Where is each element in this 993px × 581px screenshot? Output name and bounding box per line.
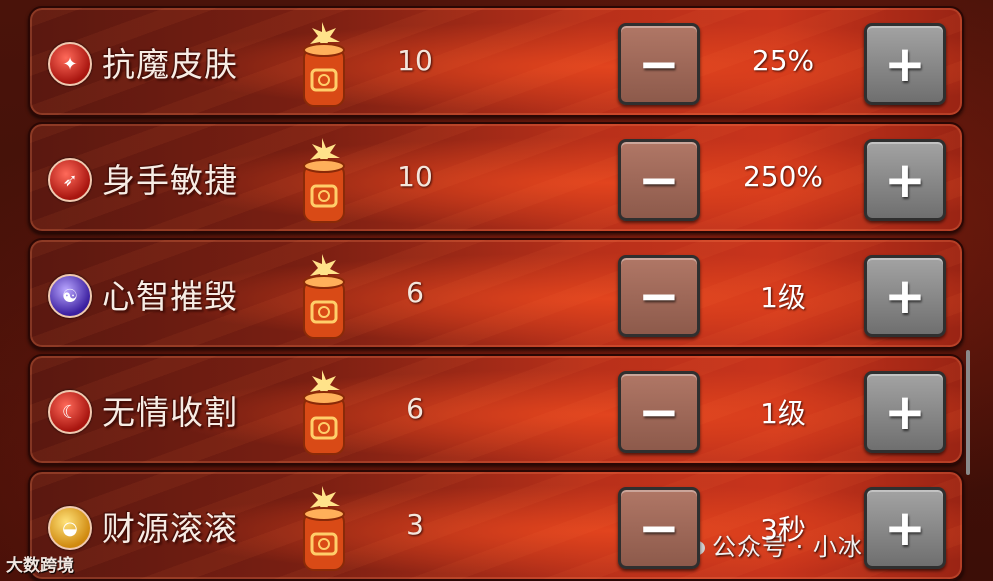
plus-icon: +	[884, 267, 926, 325]
firecracker-icon	[303, 254, 345, 339]
minus-icon: −	[638, 499, 680, 557]
skill-name: 财源滚滚	[102, 509, 238, 548]
skill-name: 身手敏捷	[102, 161, 238, 200]
skill-value: 3秒	[760, 513, 806, 546]
watermark-left: 大数跨境	[6, 556, 74, 576]
skill-value: 1级	[760, 397, 806, 430]
skill-row: ☯ 心智摧毁 6 − 1级 +	[28, 238, 964, 349]
minus-icon: −	[638, 151, 680, 209]
minus-icon: −	[638, 383, 680, 441]
scrollbar[interactable]	[966, 350, 970, 475]
skill-name: 抗魔皮肤	[102, 45, 238, 84]
increase-button[interactable]: +	[864, 487, 946, 569]
skill-value: 250%	[742, 160, 824, 193]
cost-value: 10	[397, 44, 433, 77]
minus-icon: −	[638, 267, 680, 325]
plus-icon: +	[884, 35, 926, 93]
firecracker-icon	[303, 22, 345, 107]
gold-ingot-icon: ◒	[48, 506, 92, 550]
skill-upgrade-list: ✦ 抗魔皮肤 10 − 25% + ➶ 身手敏捷 10 − 250% + ☯ 心…	[28, 0, 964, 581]
increase-button[interactable]: +	[864, 139, 946, 221]
cost-value: 10	[397, 160, 433, 193]
skill-row: ✦ 抗魔皮肤 10 − 25% +	[28, 6, 964, 117]
skill-value: 1级	[760, 281, 806, 314]
skill-value: 25%	[751, 44, 815, 77]
increase-button[interactable]: +	[864, 23, 946, 105]
shield-rune-icon: ✦	[48, 42, 92, 86]
increase-button[interactable]: +	[864, 255, 946, 337]
minus-icon: −	[638, 35, 680, 93]
skill-row: ◒ 财源滚滚 3 − 3秒 +	[28, 470, 964, 581]
firecracker-icon	[303, 486, 345, 571]
cost-value: 3	[406, 508, 424, 541]
decrease-button[interactable]: −	[618, 23, 700, 105]
increase-button[interactable]: +	[864, 371, 946, 453]
decrease-button[interactable]: −	[618, 139, 700, 221]
decrease-button[interactable]: −	[618, 255, 700, 337]
cost-value: 6	[406, 392, 424, 425]
skill-row: ➶ 身手敏捷 10 − 250% +	[28, 122, 964, 233]
firecracker-icon	[303, 370, 345, 455]
skill-name: 无情收割	[102, 393, 238, 432]
skill-name: 心智摧毁	[102, 277, 238, 316]
plus-icon: +	[884, 499, 926, 557]
scythe-icon: ☾	[48, 390, 92, 434]
plus-icon: +	[884, 383, 926, 441]
firecracker-icon	[303, 138, 345, 223]
cost-value: 6	[406, 276, 424, 309]
plus-icon: +	[884, 151, 926, 209]
skill-row: ☾ 无情收割 6 − 1级 +	[28, 354, 964, 465]
brain-icon: ☯	[48, 274, 92, 318]
decrease-button[interactable]: −	[618, 371, 700, 453]
decrease-button[interactable]: −	[618, 487, 700, 569]
boot-icon: ➶	[48, 158, 92, 202]
